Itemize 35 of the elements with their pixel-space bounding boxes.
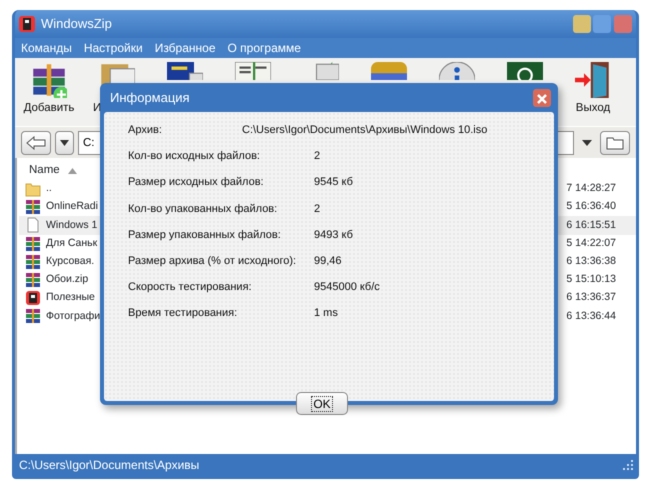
info-label: Архив: [128, 123, 163, 138]
file-date: 6 16:15:51 [566, 218, 617, 233]
file-date: 6 13:36:37 [566, 290, 617, 306]
info-value: 9545000 кб/с [314, 280, 380, 296]
info-label: Размер исходных файлов: [128, 175, 265, 190]
info-label: Скорость тестирования: [128, 280, 253, 296]
info-label: Время тестирования: [128, 306, 238, 322]
file-date: 6 13:36:38 [566, 254, 617, 269]
window-title: WindowsZip [41, 15, 112, 34]
info-value: C:\Users\Igor\Documents\Архивы\Windows 10.iso [242, 123, 488, 138]
file-date: 7 14:28:27 [566, 181, 617, 196]
file-date: 6 13:36:44 [566, 308, 617, 324]
dialog-title: Информация [110, 88, 190, 107]
file-name: .. [46, 181, 52, 196]
info-value: 9493 кб [314, 228, 353, 243]
file-name: Обои.zip [46, 272, 88, 288]
file-name: Windows 1 [46, 218, 98, 233]
file-name: Полезные [46, 290, 95, 306]
file-name: Фотографи [46, 308, 100, 324]
file-date: 5 14:22:07 [566, 236, 617, 251]
info-label: Кол-во упакованных файлов: [128, 202, 278, 217]
info-label: Размер упакованных файлов: [128, 228, 282, 243]
file-name: Для Саньк [46, 236, 98, 251]
info-label: Кол-во исходных файлов: [128, 149, 261, 164]
file-date: 5 16:36:40 [566, 199, 617, 214]
file-name: Курсовая. [46, 254, 94, 269]
info-value: 99,46 [314, 254, 342, 269]
file-date: 5 15:10:13 [566, 272, 617, 288]
info-label: Размер архива (% от исходного): [128, 254, 298, 269]
info-value: 1 ms [314, 306, 338, 322]
info-value: 9545 кб [314, 175, 353, 190]
info-value: 2 [314, 202, 320, 217]
info-value: 2 [314, 149, 320, 164]
file-name: OnlineRadi [46, 199, 98, 214]
status-path: C:\Users\Igor\Documents\Архивы [19, 457, 200, 474]
